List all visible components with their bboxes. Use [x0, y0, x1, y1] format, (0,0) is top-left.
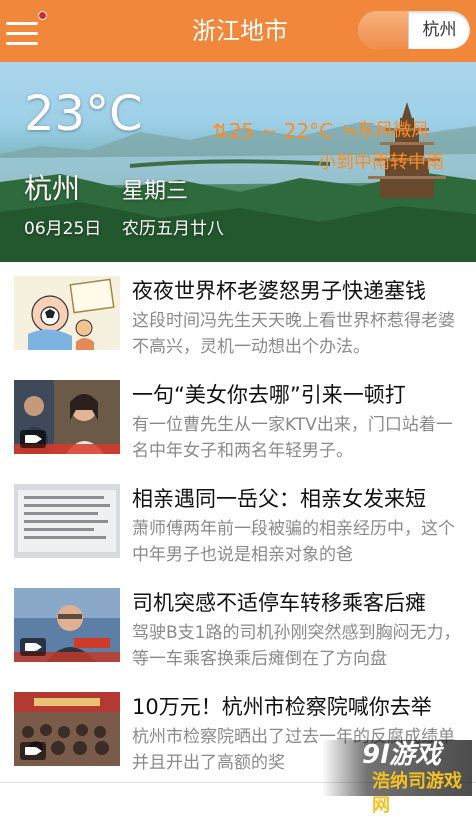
city-selector-label[interactable]: 杭州 [409, 11, 470, 49]
weekday: 星期三 [122, 179, 189, 204]
date: 06月25日 [24, 219, 102, 239]
page-title: 浙江地市 [192, 17, 288, 45]
news-title[interactable]: 夜夜世界杯老婆怒男子快递塞钱 [132, 274, 462, 308]
list-item[interactable]: 夜夜世界杯老婆怒男子快递塞钱 这段时间冯先生天天晚上看世界杯惹得老婆不高兴，灵机… [0, 262, 476, 367]
current-temperature: 23°C [24, 86, 143, 142]
news-thumbnail [14, 692, 120, 766]
app-header: 浙江地市 杭州 [0, 0, 476, 62]
news-description: 有一位曹先生从一家KTV出来，门口站着一名中年女子和两名年轻男子。 [132, 415, 453, 461]
temperature-range-text: 25 ~ 22°C [228, 119, 334, 143]
wind-icon: ≒ [342, 120, 358, 141]
notification-dot [38, 11, 47, 20]
news-thumbnail [14, 276, 120, 350]
news-title[interactable]: 司机突感不适停车转移乘客后瘫 [132, 586, 462, 620]
video-camera-icon [20, 638, 46, 656]
watermark-site-name: 浩纳司游戏网 [372, 771, 462, 816]
list-item[interactable]: 一句“美女你去哪”引来一顿打 有一位曹先生从一家KTV出来，门口站着一名中年女子… [0, 366, 476, 471]
news-description: 萧师傅两年前一段被骗的相亲经历中，这个中年男子也说是相亲对象的爸 [132, 519, 455, 565]
weather-city: 杭州 [24, 172, 81, 205]
text-message-thumbnail-image [14, 484, 120, 558]
news-title[interactable]: 一句“美女你去哪”引来一顿打 [132, 378, 462, 412]
site-watermark: 9l游戏 浩纳司游戏网 [322, 740, 472, 816]
list-item[interactable]: 司机突感不适停车转移乘客后瘫 驾驶B支1路的司机孙刚突然感到胸闷无力，等一车乘客… [0, 574, 476, 679]
temperature-range-icon: ⇅ [212, 119, 229, 143]
video-camera-icon [20, 742, 46, 760]
weather-condition: 小到中雨转中雨 [318, 152, 444, 173]
news-thumbnail [14, 380, 120, 454]
city-selector[interactable]: 杭州 [358, 11, 470, 49]
news-title[interactable]: 10万元！杭州市检察院喊你去举 [132, 690, 462, 724]
news-thumbnail [14, 588, 120, 662]
city-selector-toggle[interactable] [358, 11, 408, 49]
weather-banner[interactable]: 23°C ⇅25 ~ 22°C ≒东风微风 小到中雨转中雨 杭州 星期三 06月… [0, 62, 476, 262]
watermark-logo: 9l游戏 [362, 740, 442, 770]
list-item[interactable]: 相亲遇同一岳父：相亲女发来短 萧师傅两年前一段被骗的相亲经历中，这个中年男子也说… [0, 470, 476, 575]
cartoon-thumbnail-image [14, 276, 120, 350]
news-thumbnail [14, 484, 120, 558]
news-description: 这段时间冯先生天天晚上看世界杯惹得老婆不高兴，灵机一动想出个办法。 [132, 311, 455, 357]
hamburger-menu-icon[interactable] [4, 14, 40, 48]
wind-info: ≒东风微风 [342, 118, 429, 144]
temperature-range: ⇅25 ~ 22°C [212, 118, 333, 144]
news-title[interactable]: 相亲遇同一岳父：相亲女发来短 [132, 482, 462, 516]
news-description: 驾驶B支1路的司机孙刚突然感到胸闷无力，等一车乘客换乘后瘫倒在了方向盘 [132, 623, 461, 669]
news-list[interactable]: 夜夜世界杯老婆怒男子快递塞钱 这段时间冯先生天天晚上看世界杯惹得老婆不高兴，灵机… [0, 262, 476, 796]
video-camera-icon [20, 430, 46, 448]
lunar-date: 农历五月廿八 [122, 219, 224, 239]
wind-text: 东风微风 [357, 120, 430, 141]
